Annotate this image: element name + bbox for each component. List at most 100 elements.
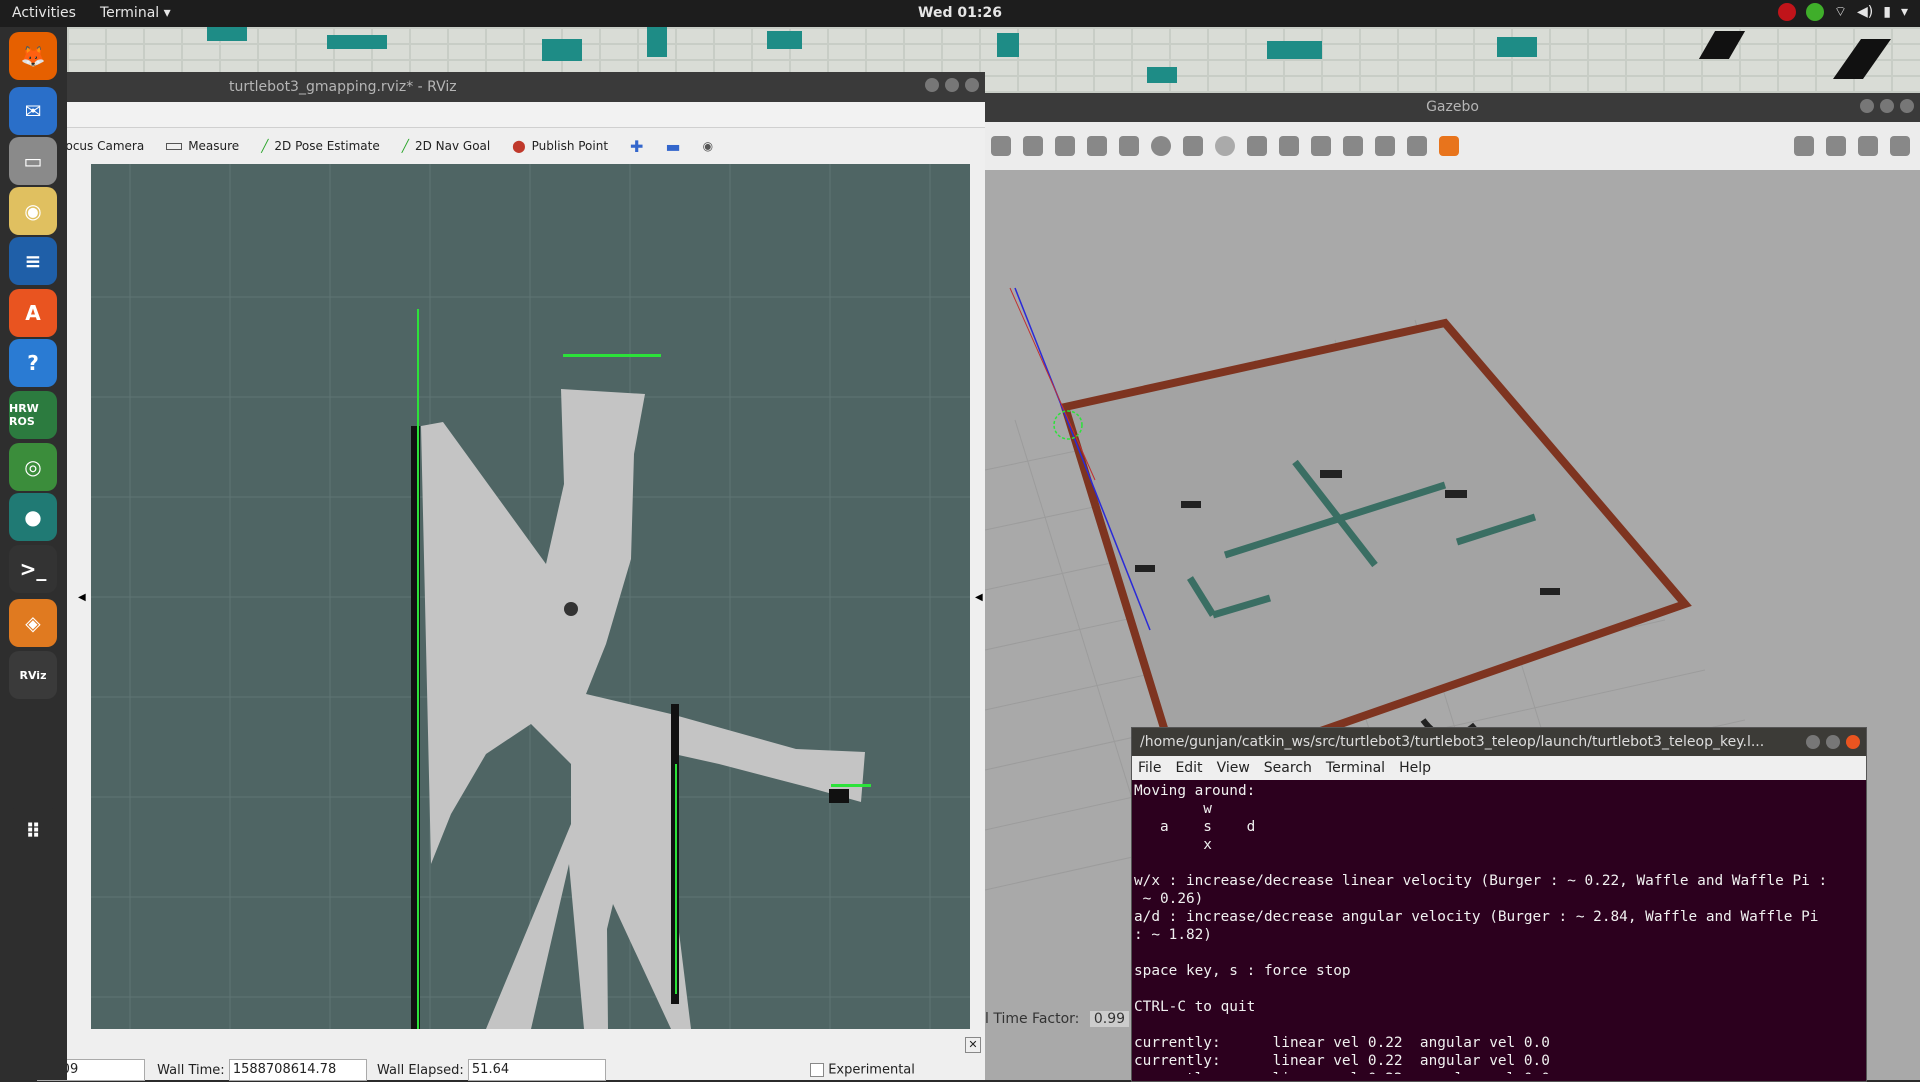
nav-goal-tool[interactable]: ╱ 2D Nav Goal <box>402 139 491 153</box>
publish-point-label: Publish Point <box>531 139 609 153</box>
pose-estimate-label: 2D Pose Estimate <box>274 139 380 153</box>
rviz-titlebar[interactable]: turtlebot3_gmapping.rviz* - RViz <box>67 72 985 102</box>
pose-estimate-tool[interactable]: ╱ 2D Pose Estimate <box>261 139 380 153</box>
wall-time-field[interactable]: 1588708614.78 <box>228 1059 367 1081</box>
maximize-icon[interactable] <box>1880 99 1894 113</box>
terminal-line: ~ 0.26) <box>1134 891 1204 907</box>
wall-time-label: Wall Time: <box>157 1062 225 1078</box>
video-icon[interactable] <box>1890 136 1910 156</box>
copy-icon[interactable] <box>1311 136 1331 156</box>
wifi-icon[interactable]: ⌔ <box>1834 3 1847 21</box>
eye-icon[interactable]: ◉ <box>703 139 713 153</box>
update-icon[interactable] <box>1805 3 1824 21</box>
measure-tool[interactable]: Measure <box>166 139 239 153</box>
clock[interactable]: Wed 01:26 <box>0 5 1920 21</box>
pin-icon: ⬤ <box>512 139 526 153</box>
undo-icon[interactable] <box>1055 136 1075 156</box>
publish-point-tool[interactable]: ⬤ Publish Point <box>512 139 608 153</box>
terminal-output[interactable]: Moving around: w a s d x w/x : increase/… <box>1132 780 1866 1074</box>
focus-camera-label: Focus Camera <box>59 139 145 153</box>
minus-icon[interactable]: ▬ <box>665 137 680 156</box>
record-icon[interactable] <box>1777 3 1796 21</box>
gazebo-titlebar[interactable]: Gazebo <box>985 93 1920 122</box>
gazebo-icon[interactable]: ◈ <box>9 599 57 647</box>
maximize-icon[interactable] <box>945 78 959 92</box>
focus-camera-tool[interactable]: Focus Camera <box>59 139 144 153</box>
screenshot-icon[interactable] <box>1794 136 1814 156</box>
scale-icon[interactable] <box>1023 136 1043 156</box>
writer-icon[interactable]: ≡ <box>9 237 57 285</box>
rviz-3d-view[interactable] <box>91 164 970 1029</box>
rviz-time-panel: ✕ 51.09 Wall Time: 1588708614.78 Wall El… <box>37 1035 985 1081</box>
top-bar: Activities Terminal ▾ Wed 01:26 ⌔ ◀) ▮ ▾ <box>0 0 1920 27</box>
plus-icon[interactable]: ✚ <box>630 137 643 156</box>
cylinder-icon[interactable] <box>1183 136 1203 156</box>
rviz-menubar <box>67 102 985 128</box>
nav-goal-label: 2D Nav Goal <box>414 139 491 153</box>
sphere-icon[interactable] <box>1151 136 1171 156</box>
battery-icon[interactable]: ▮ <box>1883 4 1891 20</box>
close-icon[interactable] <box>1900 99 1914 113</box>
rtf-value: 0.99 <box>1089 1011 1130 1027</box>
plot-icon[interactable] <box>1858 136 1878 156</box>
align-icon[interactable] <box>1375 136 1395 156</box>
point-light-icon[interactable] <box>1247 136 1267 156</box>
terminal-line: currently: linear vel 0.22 angular vel 0… <box>1134 1053 1550 1069</box>
volume-icon[interactable]: ◀) <box>1857 4 1873 20</box>
ruler-icon <box>166 142 183 150</box>
hrwros-icon[interactable]: HRW ROS <box>9 391 57 439</box>
rhythmbox-icon[interactable]: ◉ <box>9 187 57 235</box>
terminal-icon[interactable]: >_ <box>9 545 57 593</box>
terminal-menu-help[interactable]: Help <box>1399 760 1431 776</box>
gazebo-toolbar <box>985 122 1920 170</box>
files-icon[interactable]: ▭ <box>9 137 57 185</box>
help-icon[interactable]: ? <box>9 339 57 387</box>
redo-icon[interactable] <box>1087 136 1107 156</box>
chrome-icon[interactable]: ◎ <box>9 443 57 491</box>
software-icon[interactable]: A <box>9 289 57 337</box>
paste-icon[interactable] <box>1343 136 1363 156</box>
terminal-line: a s d <box>1134 819 1256 835</box>
snap-icon[interactable] <box>1407 136 1427 156</box>
measure-label: Measure <box>188 139 240 153</box>
left-panel-toggle-icon[interactable]: ◀ <box>78 592 86 603</box>
system-tray[interactable]: ⌔ ◀) ▮ ▾ <box>1777 3 1908 21</box>
terminal-menubar: File Edit View Search Terminal Help <box>1132 756 1866 780</box>
minimize-icon[interactable] <box>925 78 939 92</box>
close-icon[interactable]: ✕ <box>965 1037 981 1053</box>
experimental-checkbox[interactable] <box>810 1063 825 1077</box>
terminal-menu-terminal[interactable]: Terminal <box>1326 760 1385 776</box>
terminal-menu-view[interactable]: View <box>1217 760 1250 776</box>
minimize-icon[interactable] <box>1806 735 1820 749</box>
rviz-toolbar: Focus Camera Measure ╱ 2D Pose Estimate … <box>59 128 985 164</box>
sun-icon[interactable] <box>1215 136 1235 156</box>
maximize-icon[interactable] <box>1826 735 1840 749</box>
thunderbird-icon[interactable]: ✉ <box>9 87 57 135</box>
rviz-icon[interactable]: RViz <box>9 651 57 699</box>
dock: 🦊 ✉ ▭ ◉ ≡ A? HRW ROS ◎ ● >_ ◈ RViz ⠿ <box>0 27 67 1080</box>
chevron-down-icon[interactable]: ▾ <box>1901 4 1908 20</box>
spot-light-icon[interactable] <box>1279 136 1299 156</box>
log-icon[interactable] <box>1826 136 1846 156</box>
camera-icon[interactable]: ● <box>9 493 57 541</box>
terminal-menu-edit[interactable]: Edit <box>1175 760 1202 776</box>
firefox-icon[interactable]: 🦊 <box>9 32 57 80</box>
wall-elapsed-field[interactable]: 51.64 <box>467 1059 606 1081</box>
terminal-menu-search[interactable]: Search <box>1264 760 1312 776</box>
app-grid-icon[interactable]: ⠿ <box>9 807 57 855</box>
real-time-factor: l Time Factor: 0.99 <box>985 1011 1130 1027</box>
terminal-menu-file[interactable]: File <box>1138 760 1161 776</box>
box-icon[interactable] <box>1119 136 1139 156</box>
change-view-icon[interactable] <box>1439 136 1459 156</box>
right-panel-toggle-icon[interactable]: ◀ <box>975 592 983 603</box>
terminal-line: a/d : increase/decrease angular velocity… <box>1134 909 1819 925</box>
window-title: turtlebot3_gmapping.rviz* - RViz <box>229 79 457 95</box>
rotate-icon[interactable] <box>991 136 1011 156</box>
close-icon[interactable] <box>1846 735 1860 749</box>
green-arrow-icon: ╱ <box>401 139 409 153</box>
terminal-line: w <box>1134 801 1212 817</box>
close-icon[interactable] <box>965 78 979 92</box>
minimize-icon[interactable] <box>1860 99 1874 113</box>
terminal-titlebar[interactable]: /home/gunjan/catkin_ws/src/turtlebot3/tu… <box>1132 728 1866 756</box>
